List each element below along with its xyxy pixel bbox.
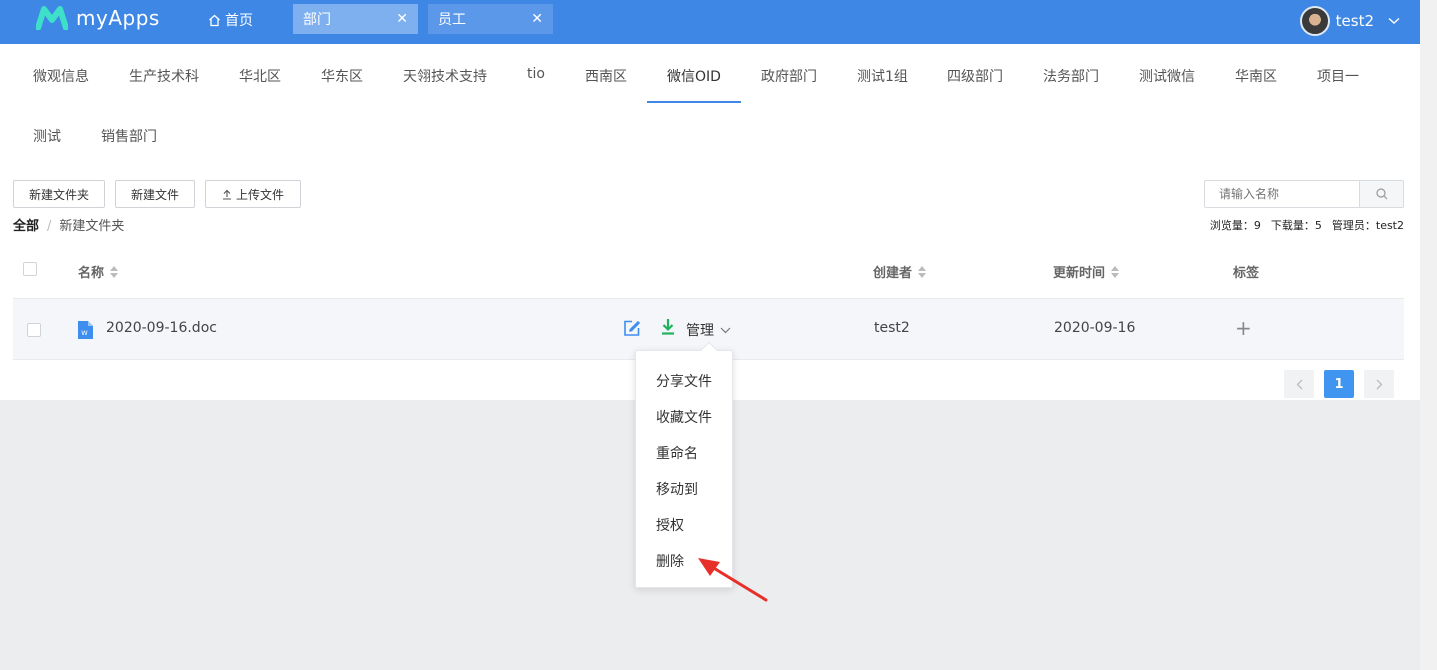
add-tag-button[interactable]: + (1235, 316, 1252, 340)
column-label: 创建者 (873, 266, 913, 281)
menu-item-rename[interactable]: 重命名 (656, 443, 698, 463)
tab-label: 员工 (438, 12, 466, 28)
dept-tab[interactable]: 测试 (33, 126, 61, 146)
dept-tab-active[interactable]: 微信OID (667, 66, 721, 86)
creator-value: test2 (874, 320, 910, 336)
app-logo[interactable]: myApps (36, 6, 160, 30)
tab-label: 部门 (303, 12, 331, 28)
menu-item-authorize[interactable]: 授权 (656, 515, 684, 535)
search-icon (1375, 188, 1387, 200)
dept-tab[interactable]: 华东区 (321, 66, 363, 86)
avatar[interactable] (1299, 6, 1330, 36)
next-page-button[interactable] (1364, 370, 1394, 398)
dept-tab[interactable]: 西南区 (585, 66, 627, 86)
prev-page-button[interactable] (1284, 370, 1314, 398)
upload-file-button[interactable]: 上传文件 (205, 180, 301, 208)
breadcrumb: 全部 / 新建文件夹 (13, 215, 124, 234)
close-icon[interactable]: ✕ (531, 11, 543, 27)
menu-item-share[interactable]: 分享文件 (656, 371, 712, 391)
annotation-arrow-icon (698, 558, 768, 602)
column-label: 标签 (1233, 266, 1260, 281)
dept-tab[interactable]: 测试微信 (1139, 66, 1195, 86)
user-name: test2 (1335, 12, 1374, 30)
download-icon[interactable] (661, 318, 675, 336)
word-document-icon: W (78, 321, 93, 339)
column-tags: 标签 (1233, 262, 1259, 281)
chevron-down-icon[interactable] (1388, 17, 1400, 25)
dept-tab[interactable]: 项目一 (1317, 66, 1359, 86)
views-count: 浏览量：9 (1209, 219, 1261, 232)
downloads-count: 下载量：5 (1270, 219, 1322, 232)
search-input[interactable] (1205, 181, 1359, 207)
menu-item-favorite[interactable]: 收藏文件 (656, 407, 712, 427)
tab-employee[interactable]: 员工 ✕ (428, 4, 553, 34)
scrollbar-gutter (1420, 0, 1437, 670)
app-name: myApps (76, 6, 160, 30)
breadcrumb-current: 新建文件夹 (59, 219, 125, 234)
manage-label: 管理 (686, 323, 714, 339)
close-icon[interactable]: ✕ (396, 11, 408, 27)
dept-tab[interactable]: 生产技术科 (129, 66, 199, 86)
chevron-left-icon (1296, 379, 1302, 389)
column-updated[interactable]: 更新时间 (1053, 262, 1120, 281)
user-menu[interactable]: test2 (1299, 6, 1400, 36)
myapps-logo-icon (36, 6, 68, 30)
sort-icon[interactable] (918, 265, 927, 278)
top-navigation-bar: myApps 首页 部门 ✕ 员工 ✕ test2 (0, 0, 1420, 44)
upload-icon (222, 189, 231, 200)
updated-value: 2020-09-16 (1054, 320, 1136, 336)
menu-item-move[interactable]: 移动到 (656, 479, 698, 499)
new-folder-button[interactable]: 新建文件夹 (13, 180, 105, 208)
column-creator[interactable]: 创建者 (873, 262, 927, 281)
dept-tab[interactable]: 四级部门 (947, 66, 1003, 86)
chevron-down-icon (720, 327, 731, 333)
dept-tab[interactable]: 政府部门 (761, 66, 817, 86)
home-label: 首页 (225, 13, 253, 29)
column-label: 名称 (78, 266, 105, 281)
dept-tab[interactable]: 法务部门 (1043, 66, 1099, 86)
menu-item-delete[interactable]: 删除 (656, 551, 684, 571)
table-header: 名称 创建者 更新时间 标签 (13, 244, 1404, 298)
search-button[interactable] (1359, 181, 1403, 207)
dept-tab[interactable]: 华北区 (239, 66, 281, 86)
svg-text:W: W (81, 329, 88, 337)
dept-tab[interactable]: 微观信息 (33, 66, 89, 86)
search-box (1204, 180, 1404, 208)
sort-icon[interactable] (1111, 265, 1120, 278)
active-tab-indicator (647, 101, 741, 103)
dept-tab[interactable]: 销售部门 (101, 126, 157, 146)
file-name[interactable]: 2020-09-16.doc (106, 320, 217, 336)
manage-dropdown[interactable]: 管理 (686, 320, 731, 340)
select-all-checkbox[interactable] (23, 262, 37, 276)
breadcrumb-root[interactable]: 全部 (13, 219, 39, 234)
page-number-current[interactable]: 1 (1324, 370, 1354, 398)
row-checkbox[interactable] (27, 323, 41, 337)
column-label: 更新时间 (1053, 266, 1106, 281)
folder-stats: 浏览量：9 下载量：5 管理员：test2 (1200, 217, 1404, 233)
tab-department[interactable]: 部门 ✕ (293, 4, 418, 34)
breadcrumb-separator: / (47, 219, 52, 234)
chevron-right-icon (1376, 379, 1382, 389)
new-file-button[interactable]: 新建文件 (115, 180, 195, 208)
column-name[interactable]: 名称 (78, 262, 119, 281)
dept-tab[interactable]: 测试1组 (857, 66, 908, 86)
dept-tab[interactable]: tio (527, 66, 545, 82)
sort-icon[interactable] (110, 265, 119, 278)
dept-tab[interactable]: 华南区 (1235, 66, 1277, 86)
admin-label: 管理员：test2 (1331, 219, 1404, 232)
edit-icon[interactable] (623, 319, 641, 337)
dept-tab[interactable]: 天翎技术支持 (403, 66, 487, 86)
upload-label: 上传文件 (235, 187, 284, 202)
home-link[interactable]: 首页 (208, 10, 253, 30)
home-icon (209, 14, 220, 26)
